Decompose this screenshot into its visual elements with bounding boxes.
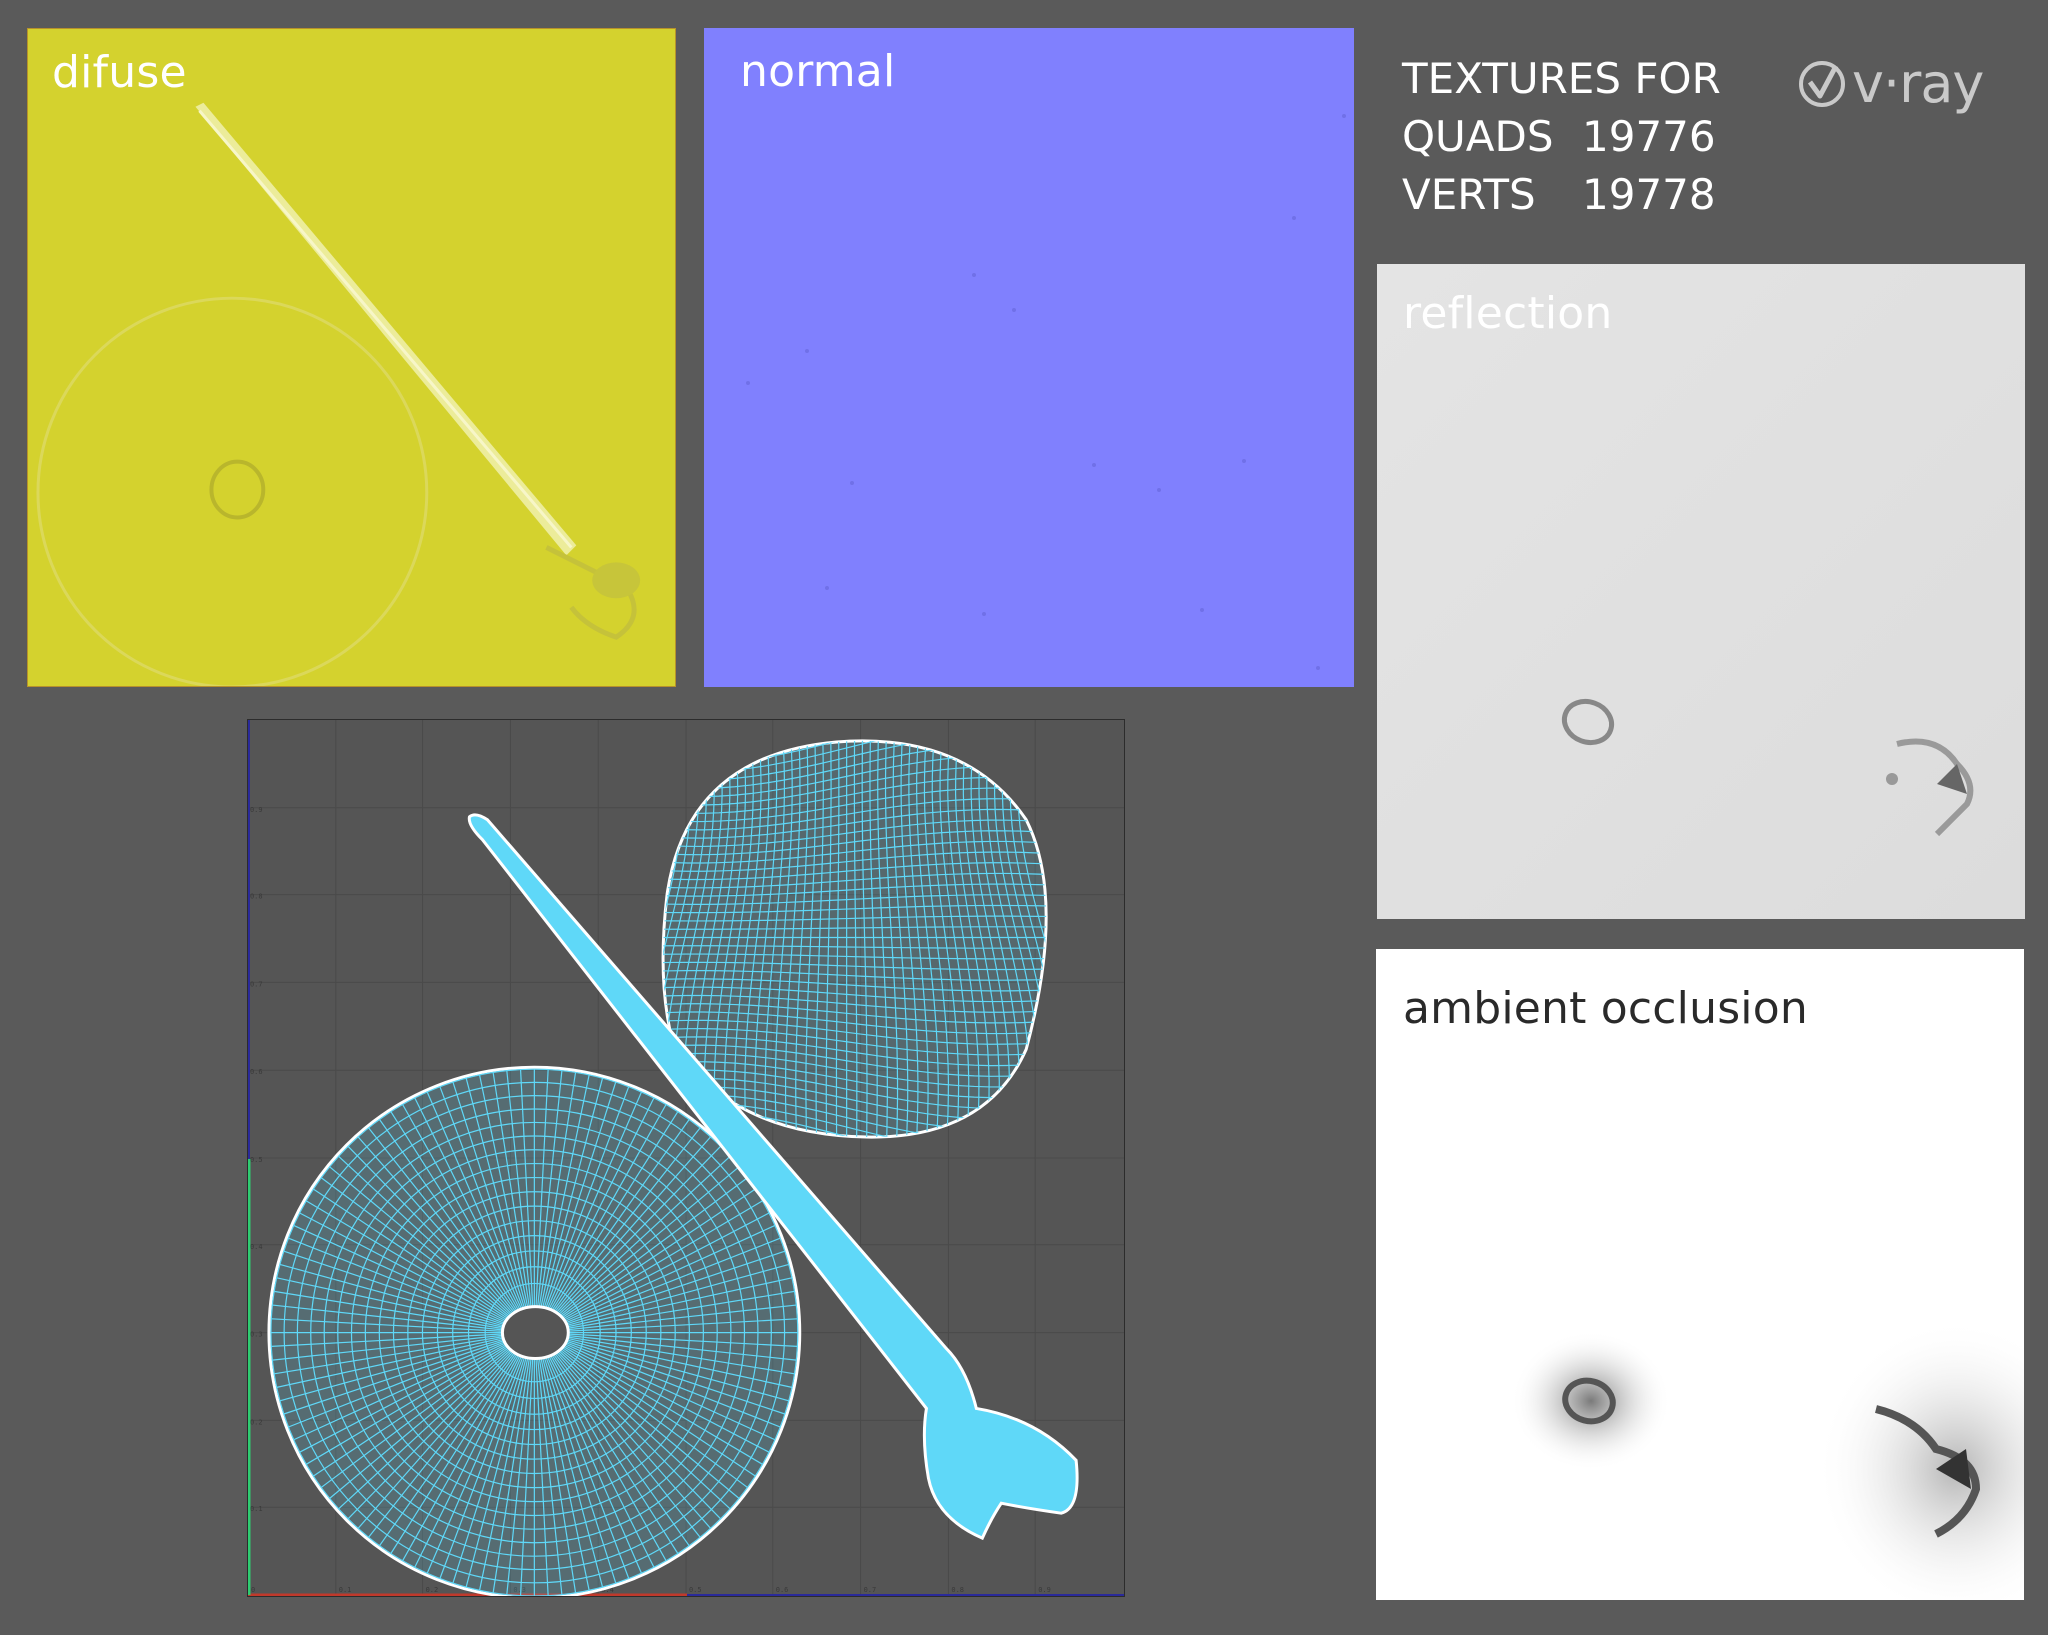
vray-logo: v·ray xyxy=(1796,52,1984,115)
diffuse-texture-image xyxy=(36,102,641,686)
uv-x-tick: 0.1 xyxy=(339,1586,352,1594)
uv-y-tick: 0.1 xyxy=(250,1505,263,1513)
uv-y-tick: 0.7 xyxy=(250,980,263,988)
normal-label: normal xyxy=(740,46,896,97)
uv-y-tick: 0.9 xyxy=(250,806,263,814)
diffuse-texture-panel: difuse xyxy=(27,28,676,687)
uv-editor-viewport[interactable]: 0 0.1 0.2 0.3 0.4 0.5 0.6 0.7 0.8 0.9 0.1 0.2 0.3 0.4… xyxy=(247,719,1125,1597)
reflection-label: reflection xyxy=(1403,288,1613,339)
uv-y-tick: 0.5 xyxy=(250,1156,263,1164)
reflection-texture-image xyxy=(1377,264,2025,919)
uv-x-tick: 0.9 xyxy=(1038,1586,1051,1594)
uv-x-tick: 0.8 xyxy=(951,1586,964,1594)
ambient-occlusion-texture-image xyxy=(1511,1319,2024,1600)
uv-x-tick: 0.2 xyxy=(426,1586,439,1594)
uv-y-tick: 0.8 xyxy=(250,893,263,901)
uv-y-tick: 0.4 xyxy=(250,1243,263,1251)
uv-x-tick: 0.7 xyxy=(864,1586,877,1594)
normal-texture-panel: normal xyxy=(704,28,1354,687)
uv-y-tick: 0.3 xyxy=(250,1331,263,1339)
vray-check-icon xyxy=(1799,60,1845,107)
uv-y-tick: 0.2 xyxy=(250,1418,263,1426)
uv-x-tick: 0.6 xyxy=(776,1586,789,1594)
uv-layout-svg: 0 0.1 0.2 0.3 0.4 0.5 0.6 0.7 0.8 0.90.10.20.30.4… xyxy=(248,720,1124,1596)
uv-y-tick: 0.6 xyxy=(250,1068,263,1076)
quads-label: QUADS xyxy=(1402,112,1554,161)
uv-x-tick: 0 xyxy=(251,1586,255,1594)
reflection-texture-panel: reflection xyxy=(1377,264,2025,919)
verts-value: 19778 xyxy=(1582,170,1716,219)
info-title: TEXTURES FOR xyxy=(1402,54,1721,103)
vray-logo-text: v·ray xyxy=(1852,52,1984,115)
ambient-occlusion-texture-panel: ambient occlusion xyxy=(1376,949,2024,1600)
normal-texture-image xyxy=(746,114,1346,670)
quads-value: 19776 xyxy=(1582,112,1716,161)
verts-label: VERTS xyxy=(1402,170,1536,219)
texture-info: TEXTURES FOR QUADS 19776 VERTS 19778 xyxy=(1402,50,1721,224)
ambient-occlusion-label: ambient occlusion xyxy=(1403,983,1808,1034)
diffuse-label: difuse xyxy=(52,47,187,98)
uv-x-tick: 0.5 xyxy=(689,1586,702,1594)
